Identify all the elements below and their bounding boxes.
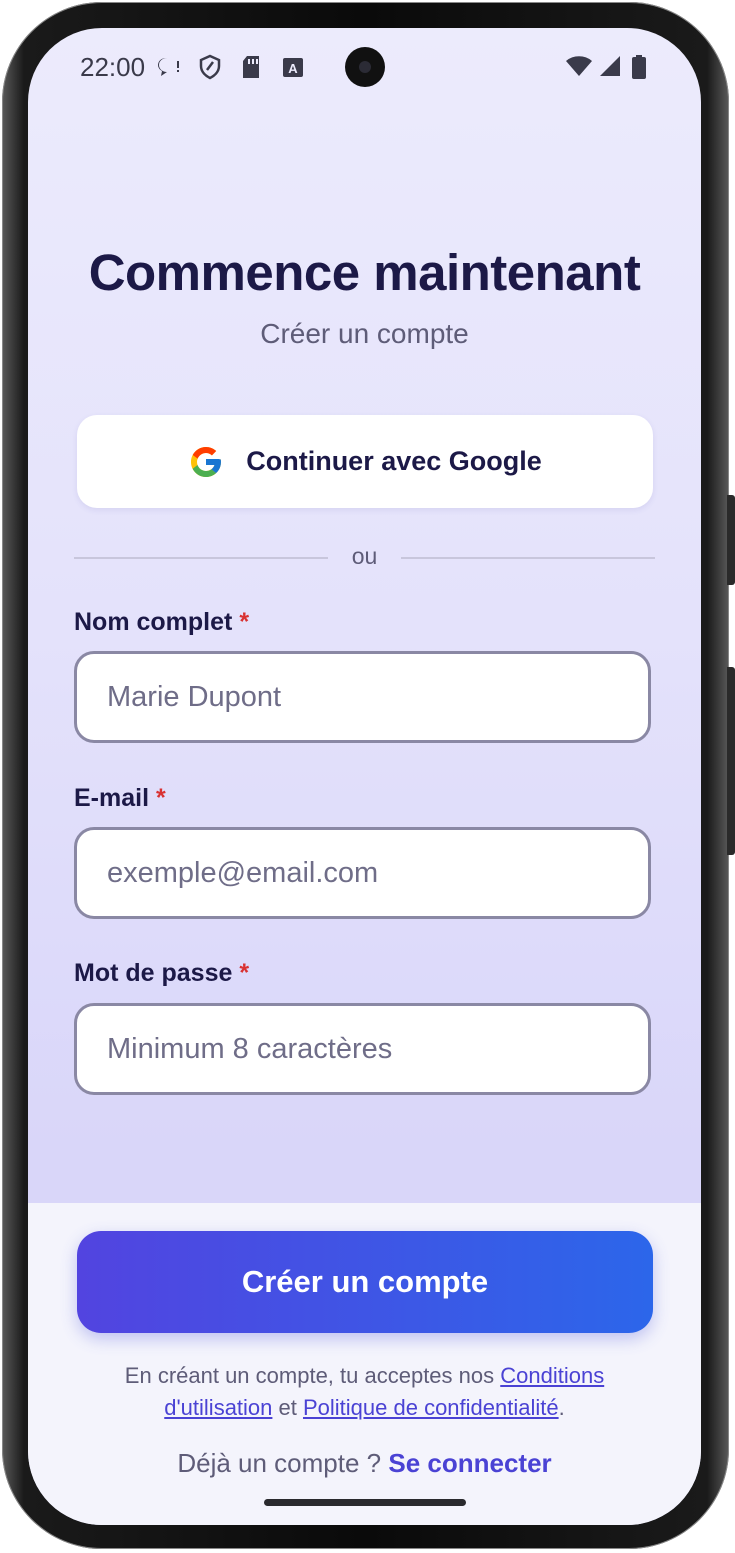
battery-icon [632, 55, 646, 79]
create-account-button[interactable]: Créer un compte [77, 1231, 653, 1333]
svg-text:A: A [288, 61, 298, 76]
text-a-icon: A [283, 58, 303, 77]
password-label-text: Mot de passe [74, 959, 233, 987]
front-camera [345, 47, 385, 87]
app-screen: 22:00 A Commence maintenant Créer un com… [28, 28, 701, 1525]
page-title: Commence maintenant [88, 244, 641, 301]
terms-notice: En créant un compte, tu acceptes nos Con… [108, 1360, 621, 1424]
google-button-label: Continuer avec Google [246, 446, 542, 476]
terms-prefix: En créant un compte, tu acceptes nos [124, 1363, 501, 1388]
password-input[interactable] [74, 1003, 651, 1095]
signal-icon [600, 56, 620, 76]
shield-icon [199, 54, 221, 80]
login-prompt: Déjà un compte ? [177, 1448, 389, 1478]
email-label: E-mail * [74, 784, 166, 813]
sign-in-link[interactable]: Se connecter [388, 1448, 551, 1478]
email-input[interactable] [74, 827, 651, 919]
name-label-text: Nom complet [74, 608, 233, 636]
name-required-mark: * [239, 608, 250, 636]
status-bar: 22:00 A [28, 28, 701, 104]
password-required-mark: * [239, 959, 250, 987]
status-time: 22:00 [80, 52, 146, 82]
full-name-input[interactable] [74, 651, 651, 743]
email-label-text: E-mail [74, 784, 150, 812]
wifi-icon [566, 56, 592, 76]
volume-button [727, 495, 735, 585]
terms-joiner: et [272, 1395, 303, 1420]
chat-bubble-icon [158, 57, 179, 76]
home-indicator[interactable] [264, 1499, 466, 1506]
page-subtitle: Créer un compte [260, 318, 469, 349]
sd-card-icon [243, 56, 259, 78]
google-logo-icon [191, 446, 222, 477]
login-prompt-row: Déjà un compte ? Se connecter [28, 1448, 701, 1479]
continue-with-google-button[interactable]: Continuer avec Google [77, 415, 653, 508]
power-button [727, 667, 735, 855]
divider-line-right [401, 557, 655, 559]
email-required-mark: * [155, 784, 166, 812]
name-label: Nom complet * [74, 608, 249, 637]
terms-suffix: . [558, 1395, 565, 1420]
password-label: Mot de passe * [74, 959, 249, 988]
privacy-policy-link[interactable]: Politique de confidentialité [303, 1395, 559, 1420]
